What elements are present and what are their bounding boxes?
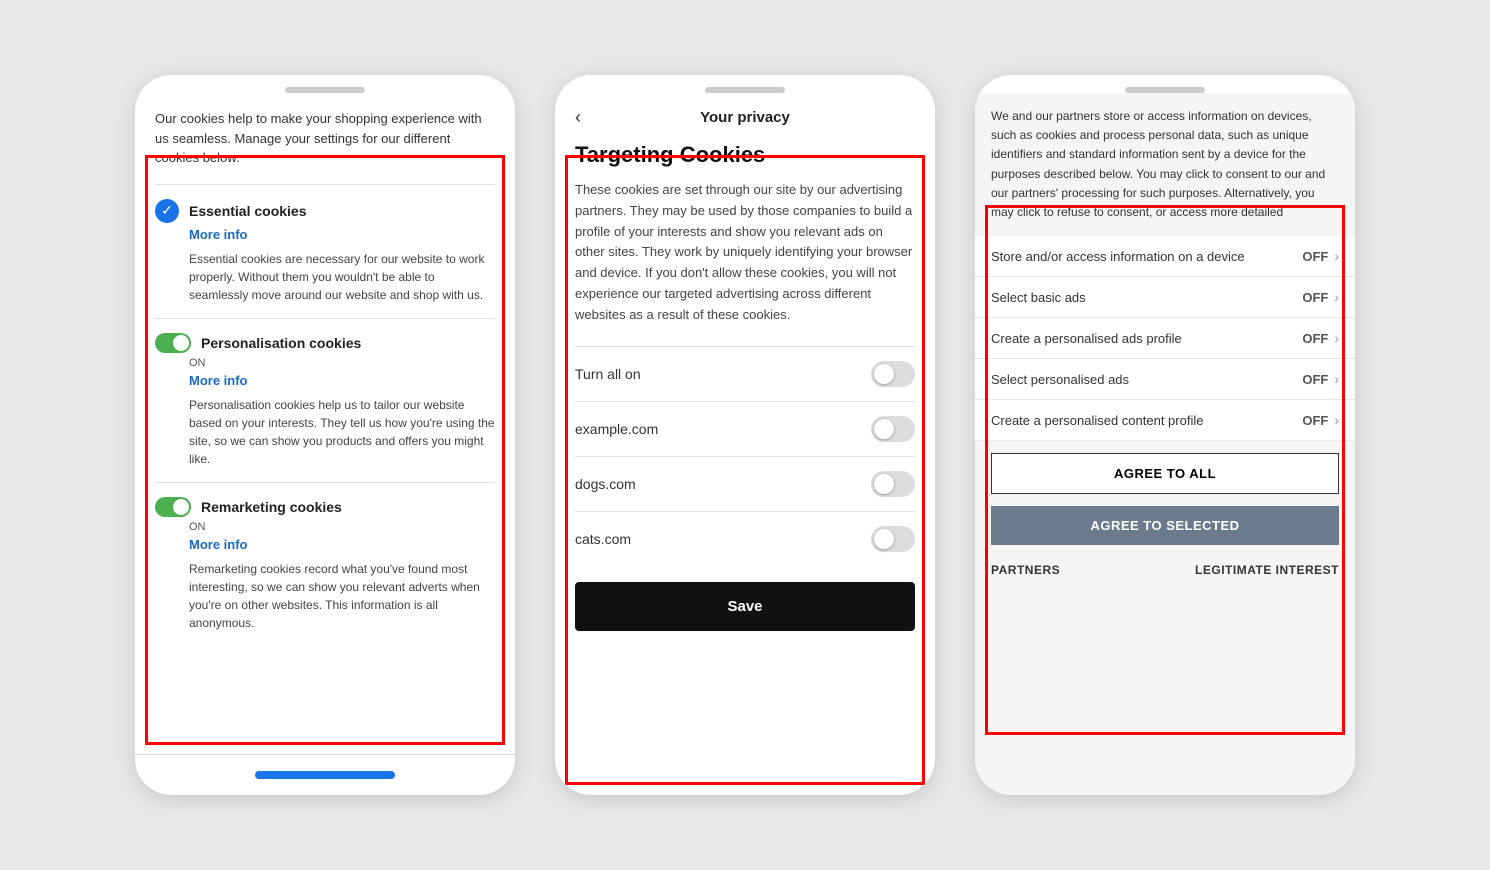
check-icon: ✓ — [155, 199, 179, 223]
chevron-icon-3: › — [1334, 371, 1339, 387]
phone1-footer — [135, 754, 515, 795]
phone3-footer: PARTNERS LEGITIMATE INTEREST — [975, 553, 1355, 587]
phone2-content: ‹ Your privacy Targeting Cookies These c… — [555, 93, 935, 795]
chevron-icon-1: › — [1334, 289, 1339, 305]
remarketing-toggle[interactable] — [155, 497, 191, 517]
phone3-top: We and our partners store or access info… — [975, 93, 1355, 236]
phone-1: Our cookies help to make your shopping e… — [135, 75, 515, 795]
phone-2: ‹ Your privacy Targeting Cookies These c… — [555, 75, 935, 795]
essential-desc: Essential cookies are necessary for our … — [189, 250, 495, 304]
remarketing-header: Remarketing cookies — [155, 497, 495, 517]
toggle-label-3: cats.com — [575, 531, 631, 547]
privacy-desc: We and our partners store or access info… — [991, 107, 1339, 222]
phone1-content: Our cookies help to make your shopping e… — [135, 93, 515, 754]
consent-label-0: Store and/or access information on a dev… — [991, 249, 1302, 264]
personalisation-on-label: ON — [189, 357, 495, 369]
personalisation-header: Personalisation cookies — [155, 333, 495, 353]
consent-status-4: OFF — [1302, 413, 1328, 428]
chevron-icon-0: › — [1334, 248, 1339, 264]
agree-all-button[interactable]: AGREE TO ALL — [991, 453, 1339, 494]
essential-title: Essential cookies — [189, 203, 307, 219]
essential-header: ✓ Essential cookies — [155, 199, 495, 223]
footer-partners[interactable]: PARTNERS — [991, 563, 1060, 577]
chevron-icon-2: › — [1334, 330, 1339, 346]
consent-label-2: Create a personalised ads profile — [991, 331, 1302, 346]
consent-status-3: OFF — [1302, 372, 1328, 387]
toggle-row-0: Turn all on — [575, 346, 915, 401]
remarketing-title: Remarketing cookies — [201, 499, 342, 515]
consent-right-4[interactable]: OFF › — [1302, 412, 1339, 428]
consent-row-0: Store and/or access information on a dev… — [975, 236, 1355, 277]
toggle-label-1: example.com — [575, 421, 658, 437]
personalisation-more-info[interactable]: More info — [189, 373, 495, 388]
chevron-icon-4: › — [1334, 412, 1339, 428]
consent-right-1[interactable]: OFF › — [1302, 289, 1339, 305]
save-button[interactable]: Save — [575, 582, 915, 631]
consent-label-4: Create a personalised content profile — [991, 413, 1302, 428]
targeting-title: Targeting Cookies — [575, 142, 915, 168]
consent-row-4: Create a personalised content profile OF… — [975, 400, 1355, 441]
consent-right-3[interactable]: OFF › — [1302, 371, 1339, 387]
consent-status-2: OFF — [1302, 331, 1328, 346]
consent-row-3: Select personalised ads OFF › — [975, 359, 1355, 400]
targeting-desc: These cookies are set through our site b… — [575, 180, 915, 326]
toggle-row-1: example.com — [575, 401, 915, 456]
consent-label-1: Select basic ads — [991, 290, 1302, 305]
blue-bar — [255, 771, 395, 779]
toggle-row-3: cats.com — [575, 511, 915, 566]
phone2-header: ‹ Your privacy — [575, 109, 915, 126]
personalisation-toggle[interactable] — [155, 333, 191, 353]
toggle-cats[interactable] — [871, 526, 915, 552]
footer-legitimate-interest[interactable]: LEGITIMATE INTEREST — [1195, 563, 1339, 577]
personalisation-title: Personalisation cookies — [201, 335, 361, 351]
toggle-all-on[interactable] — [871, 361, 915, 387]
consent-row-1: Select basic ads OFF › — [975, 277, 1355, 318]
consent-status-1: OFF — [1302, 290, 1328, 305]
consent-right-2[interactable]: OFF › — [1302, 330, 1339, 346]
phone2-header-title: Your privacy — [700, 109, 790, 126]
consent-status-0: OFF — [1302, 249, 1328, 264]
personalisation-section: Personalisation cookies ON More info Per… — [155, 318, 495, 482]
remarketing-more-info[interactable]: More info — [189, 537, 495, 552]
remarketing-desc: Remarketing cookies record what you've f… — [189, 560, 495, 632]
toggle-row-2: dogs.com — [575, 456, 915, 511]
personalisation-desc: Personalisation cookies help us to tailo… — [189, 396, 495, 468]
remarketing-on-label: ON — [189, 521, 495, 533]
phone-3: We and our partners store or access info… — [975, 75, 1355, 795]
phone1-intro: Our cookies help to make your shopping e… — [155, 109, 495, 168]
consent-row-2: Create a personalised ads profile OFF › — [975, 318, 1355, 359]
remarketing-section: Remarketing cookies ON More info Remarke… — [155, 482, 495, 646]
essential-section: ✓ Essential cookies More info Essential … — [155, 184, 495, 318]
agree-selected-button[interactable]: AGREE TO SELECTED — [991, 506, 1339, 545]
consent-label-3: Select personalised ads — [991, 372, 1302, 387]
consent-list: Store and/or access information on a dev… — [975, 236, 1355, 441]
toggle-example[interactable] — [871, 416, 915, 442]
phone3-content: We and our partners store or access info… — [975, 93, 1355, 795]
consent-right-0[interactable]: OFF › — [1302, 248, 1339, 264]
back-arrow-icon[interactable]: ‹ — [575, 107, 581, 128]
toggle-label-2: dogs.com — [575, 476, 636, 492]
essential-more-info[interactable]: More info — [189, 227, 495, 242]
toggle-dogs[interactable] — [871, 471, 915, 497]
toggle-label-0: Turn all on — [575, 366, 641, 382]
